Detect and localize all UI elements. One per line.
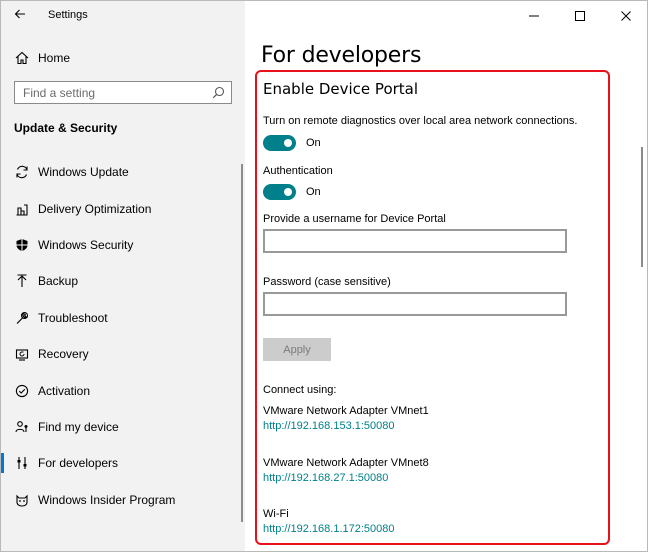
minimize-button[interactable] bbox=[511, 1, 557, 31]
password-field[interactable] bbox=[263, 292, 567, 316]
app-title: Settings bbox=[48, 9, 88, 21]
authentication-label: Authentication bbox=[263, 165, 333, 177]
password-label: Password (case sensitive) bbox=[263, 276, 391, 288]
check-circle-icon bbox=[14, 383, 30, 399]
adapter-link[interactable]: http://192.168.153.1:50080 bbox=[263, 420, 395, 432]
sidebar-item-label: Windows Update bbox=[38, 165, 129, 180]
page-title: For developers bbox=[261, 43, 422, 68]
back-button[interactable] bbox=[9, 5, 31, 27]
sidebar-item-delivery-optimization[interactable]: Delivery Optimization bbox=[1, 190, 245, 226]
username-field[interactable] bbox=[263, 229, 567, 253]
selection-indicator bbox=[1, 453, 4, 474]
toggle-knob bbox=[284, 139, 292, 147]
sidebar-item-windows-update[interactable]: Windows Update bbox=[1, 154, 245, 190]
adapter-name: VMware Network Adapter VMnet8 bbox=[263, 457, 429, 469]
sidebar-item-for-developers[interactable]: For developers bbox=[1, 445, 245, 481]
sidebar-item-label: Activation bbox=[38, 383, 91, 398]
adapter-link[interactable]: http://192.168.1.172:50080 bbox=[263, 523, 395, 535]
sidebar: Home Update & Security Windows Update De… bbox=[1, 1, 245, 551]
recovery-icon bbox=[14, 346, 30, 362]
refresh-icon bbox=[14, 164, 30, 180]
password-input[interactable] bbox=[265, 294, 565, 314]
sidebar-scrollbar[interactable] bbox=[241, 164, 243, 522]
toggle-state-label: On bbox=[306, 137, 321, 149]
sidebar-item-label: Recovery bbox=[38, 347, 89, 362]
sidebar-item-backup[interactable]: Backup bbox=[1, 263, 245, 299]
section-title: Update & Security bbox=[14, 121, 118, 135]
wrench-icon bbox=[14, 310, 30, 326]
adapter-name: VMware Network Adapter VMnet1 bbox=[263, 405, 429, 417]
sidebar-item-label: For developers bbox=[38, 456, 119, 471]
close-icon bbox=[621, 11, 631, 21]
sidebar-item-windows-security[interactable]: Windows Security bbox=[1, 227, 245, 263]
sidebar-item-label: Windows Insider Program bbox=[38, 492, 176, 507]
username-input[interactable] bbox=[265, 231, 565, 251]
sidebar-item-label: Backup bbox=[38, 274, 79, 289]
caption-buttons bbox=[511, 1, 647, 31]
search-box[interactable] bbox=[14, 81, 232, 104]
search-input[interactable] bbox=[15, 82, 205, 103]
search-icon[interactable] bbox=[212, 86, 225, 99]
title-bar: Settings bbox=[1, 1, 647, 31]
delivery-optimization-icon bbox=[14, 201, 30, 217]
authentication-toggle[interactable]: On bbox=[263, 184, 321, 200]
sidebar-item-label: Delivery Optimization bbox=[38, 201, 152, 216]
maximize-button[interactable] bbox=[557, 1, 603, 31]
remote-diagnostics-description: Turn on remote diagnostics over local ar… bbox=[263, 115, 578, 127]
adapter-name: Wi-Fi bbox=[263, 508, 289, 520]
backup-arrow-icon bbox=[14, 273, 30, 289]
toggle-switch[interactable] bbox=[263, 135, 296, 151]
connect-using-label: Connect using: bbox=[263, 384, 337, 396]
toggle-switch[interactable] bbox=[263, 184, 296, 200]
sidebar-item-home[interactable]: Home bbox=[1, 45, 245, 71]
home-icon bbox=[14, 50, 30, 66]
main-content: For developers Enable Device Portal Turn… bbox=[245, 1, 647, 551]
settings-window: Home Update & Security Windows Update De… bbox=[0, 0, 648, 552]
shield-icon bbox=[14, 237, 30, 253]
main-scrollbar[interactable] bbox=[641, 147, 643, 267]
nav-list: Windows Update Delivery Optimization Win… bbox=[1, 154, 245, 518]
adapter-link[interactable]: http://192.168.27.1:50080 bbox=[263, 472, 388, 484]
section-heading: Enable Device Portal bbox=[263, 80, 419, 98]
username-label: Provide a username for Device Portal bbox=[263, 213, 446, 225]
sidebar-item-label: Find my device bbox=[38, 419, 119, 434]
sidebar-item-troubleshoot[interactable]: Troubleshoot bbox=[1, 300, 245, 336]
sidebar-item-activation[interactable]: Activation bbox=[1, 372, 245, 408]
person-pin-icon bbox=[14, 419, 30, 435]
toggle-state-label: On bbox=[306, 186, 321, 198]
sidebar-item-label: Troubleshoot bbox=[38, 310, 108, 325]
sidebar-item-recovery[interactable]: Recovery bbox=[1, 336, 245, 372]
home-label: Home bbox=[38, 51, 71, 65]
maximize-icon bbox=[575, 11, 585, 21]
minimize-icon bbox=[529, 11, 539, 21]
developer-sliders-icon bbox=[14, 455, 30, 471]
sidebar-item-find-my-device[interactable]: Find my device bbox=[1, 409, 245, 445]
sidebar-item-windows-insider-program[interactable]: Windows Insider Program bbox=[1, 482, 245, 518]
close-button[interactable] bbox=[603, 1, 647, 31]
remote-diagnostics-toggle[interactable]: On bbox=[263, 135, 321, 151]
back-arrow-icon bbox=[14, 7, 26, 25]
insider-cat-icon bbox=[14, 492, 30, 508]
apply-button[interactable]: Apply bbox=[263, 338, 331, 361]
toggle-knob bbox=[284, 188, 292, 196]
sidebar-item-label: Windows Security bbox=[38, 237, 134, 252]
